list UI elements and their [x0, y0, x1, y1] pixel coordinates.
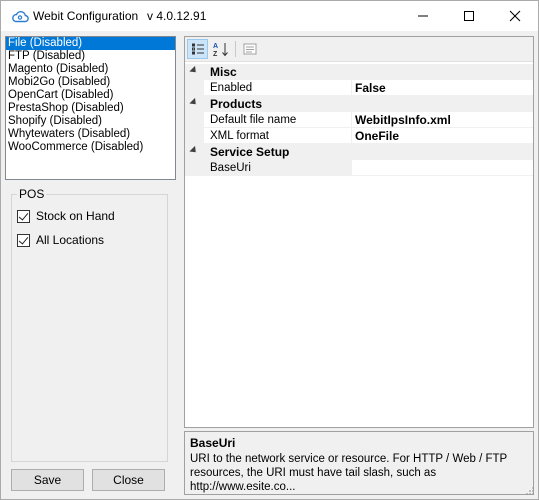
property-row-baseuri[interactable]: BaseUri	[185, 160, 533, 176]
stock-on-hand-label: Stock on Hand	[36, 209, 115, 223]
pos-group-label: POS	[17, 187, 47, 201]
all-locations-label: All Locations	[36, 233, 105, 247]
category-label: Products	[210, 97, 263, 111]
minimize-button[interactable]	[400, 1, 446, 31]
property-grid[interactable]: A Z Misc Enabled False Products Default …	[184, 36, 534, 428]
collapse-triangle-icon[interactable]	[189, 145, 199, 156]
connector-item-file[interactable]: File (Disabled)	[6, 37, 175, 50]
property-row-enabled[interactable]: Enabled False	[185, 80, 533, 96]
property-pages-icon	[243, 43, 256, 55]
connector-item-mobi2go[interactable]: Mobi2Go (Disabled)	[6, 76, 175, 89]
connector-item-whytewaters[interactable]: Whytewaters (Disabled)	[6, 128, 175, 141]
help-title: BaseUri	[190, 436, 236, 450]
checkmark-icon[interactable]	[17, 209, 30, 223]
alphabetical-view-button[interactable]: A Z	[210, 39, 231, 59]
all-locations-checkbox[interactable]: All Locations	[17, 232, 104, 248]
property-value[interactable]: False	[355, 80, 386, 96]
categorized-icon	[191, 43, 204, 55]
collapse-triangle-icon[interactable]	[189, 97, 199, 108]
connector-item-magento[interactable]: Magento (Disabled)	[6, 63, 175, 76]
help-description: URI to the network service or resource. …	[190, 453, 507, 493]
collapse-triangle-icon[interactable]	[189, 65, 199, 76]
category-service-setup[interactable]: Service Setup	[185, 144, 533, 160]
property-name: Default file name	[210, 114, 297, 126]
checkmark-icon[interactable]	[17, 233, 30, 247]
property-row-default-file-name[interactable]: Default file name WebitIpsInfo.xml	[185, 112, 533, 128]
property-help-panel: BaseUri URI to the network service or re…	[184, 431, 534, 495]
category-products[interactable]: Products	[185, 96, 533, 112]
category-label: Misc	[210, 65, 237, 79]
stock-on-hand-checkbox[interactable]: Stock on Hand	[17, 208, 115, 224]
category-label: Service Setup	[210, 145, 290, 159]
toolbar-separator	[235, 41, 236, 57]
connector-item-prestashop[interactable]: PrestaShop (Disabled)	[6, 102, 175, 115]
connector-item-shopify[interactable]: Shopify (Disabled)	[6, 115, 175, 128]
sort-az-icon: A Z	[213, 43, 228, 57]
category-misc[interactable]: Misc	[185, 64, 533, 80]
property-name: BaseUri	[204, 160, 351, 176]
webit-configuration-window: Webit Configuration v 4.0.12.91 File (Di…	[0, 0, 539, 500]
close-window-button[interactable]	[492, 1, 538, 31]
cloud-icon	[11, 9, 29, 23]
property-name: Enabled	[210, 82, 253, 94]
save-button[interactable]: Save	[11, 469, 84, 491]
resize-grip-icon[interactable]	[525, 486, 535, 496]
close-button[interactable]: Close	[92, 469, 165, 491]
property-rows: Misc Enabled False Products Default file…	[185, 64, 533, 176]
maximize-button[interactable]	[446, 1, 492, 31]
version-label: v 4.0.12.91	[147, 9, 207, 23]
window-title: Webit Configuration	[33, 9, 139, 23]
property-pages-button[interactable]	[239, 39, 260, 59]
property-grid-toolbar: A Z	[185, 37, 533, 62]
connector-item-ftp[interactable]: FTP (Disabled)	[6, 50, 175, 63]
property-value[interactable]: WebitIpsInfo.xml	[355, 112, 451, 128]
property-value[interactable]: OneFile	[355, 128, 399, 144]
svg-text:Z: Z	[213, 51, 218, 57]
categorized-view-button[interactable]	[187, 39, 208, 59]
title-bar[interactable]: Webit Configuration v 4.0.12.91	[1, 1, 538, 31]
connector-item-woocommerce[interactable]: WooCommerce (Disabled)	[6, 141, 175, 154]
connector-list[interactable]: File (Disabled) FTP (Disabled) Magento (…	[5, 36, 176, 180]
property-name: XML format	[210, 130, 270, 142]
svg-text:A: A	[213, 43, 218, 50]
property-row-xml-format[interactable]: XML format OneFile	[185, 128, 533, 144]
connector-item-opencart[interactable]: OpenCart (Disabled)	[6, 89, 175, 102]
